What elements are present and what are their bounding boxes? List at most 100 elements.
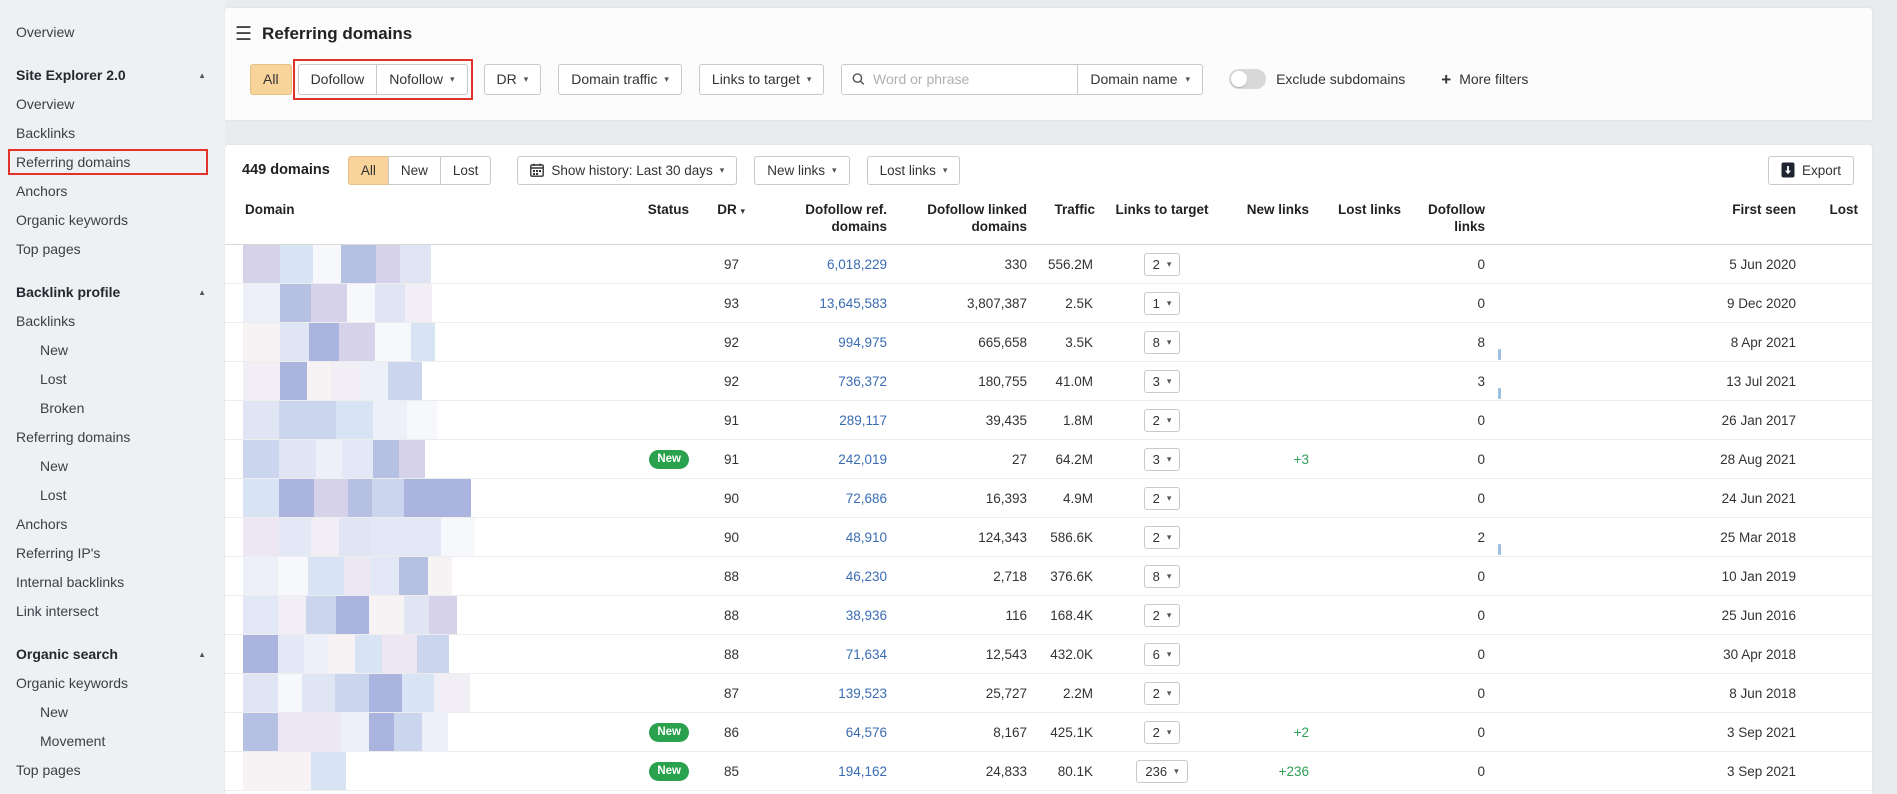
filter-nofollow-button[interactable]: Nofollow ▾ [376, 64, 467, 95]
ref-domains-link[interactable]: 242,019 [838, 452, 887, 467]
sidebar-item-overview[interactable]: Overview [16, 18, 212, 47]
domain-cell[interactable] [225, 284, 625, 323]
sidebar-section-backlink-profile[interactable]: Backlink profile▲ [16, 278, 212, 307]
domain-cell[interactable] [225, 635, 625, 674]
domain-cell[interactable] [225, 596, 625, 635]
dofollow-ref-domains-cell[interactable]: 736,372 [745, 362, 887, 401]
col-dofollow-linked-domains[interactable]: Dofollow linked domains [887, 191, 1027, 245]
links-to-target-dropdown[interactable]: 2▾ [1144, 604, 1181, 627]
ref-domains-link[interactable]: 194,162 [838, 764, 887, 779]
sidebar-item-new[interactable]: New [16, 698, 212, 727]
col-dofollow-ref-domains[interactable]: Dofollow ref. domains [745, 191, 887, 245]
domain-cell[interactable] [225, 323, 625, 362]
links-to-target-dropdown[interactable]: 8▾ [1144, 565, 1181, 588]
sidebar-item-referring-domains[interactable]: Referring domains [16, 423, 212, 452]
filter-dr-button[interactable]: DR ▾ [484, 64, 542, 95]
col-lost-links[interactable]: Lost links [1315, 191, 1405, 245]
dofollow-ref-domains-cell[interactable]: 48,910 [745, 518, 887, 557]
col-status[interactable]: Status [625, 191, 689, 245]
sidebar-item-top-pages[interactable]: Top pages [16, 756, 212, 785]
col-dofollow-links[interactable]: Dofollow links [1405, 191, 1497, 245]
sidebar-item-new[interactable]: New [16, 452, 212, 481]
links-to-target-dropdown[interactable]: 3▾ [1144, 448, 1181, 471]
domain-cell[interactable] [225, 245, 625, 284]
ref-domains-link[interactable]: 13,645,583 [819, 296, 887, 311]
filter-links-to-target-button[interactable]: Links to target ▾ [699, 64, 824, 95]
dofollow-ref-domains-cell[interactable]: 13,645,583 [745, 284, 887, 323]
domain-cell[interactable] [225, 362, 625, 401]
links-to-target-dropdown[interactable]: 8▾ [1144, 331, 1181, 354]
collapse-up-icon[interactable]: ▲ [198, 640, 206, 669]
sidebar-section-site-explorer-2-0[interactable]: Site Explorer 2.0▲ [16, 61, 212, 90]
domain-cell[interactable] [225, 401, 625, 440]
col-lost[interactable]: Lost [1796, 191, 1872, 245]
ref-domains-link[interactable]: 736,372 [838, 374, 887, 389]
links-to-target-dropdown[interactable]: 2▾ [1144, 487, 1181, 510]
dofollow-ref-domains-cell[interactable]: 242,019 [745, 440, 887, 479]
links-to-target-dropdown[interactable]: 236▾ [1136, 760, 1187, 783]
sidebar-item-new[interactable]: New [16, 336, 212, 365]
dofollow-ref-domains-cell[interactable]: 64,576 [745, 713, 887, 752]
sidebar-item-overview[interactable]: Overview [16, 90, 212, 119]
hamburger-menu-icon[interactable]: ☰ [235, 25, 252, 44]
ref-domains-link[interactable]: 139,523 [838, 686, 887, 701]
collapse-up-icon[interactable]: ▲ [198, 278, 206, 307]
links-to-target-dropdown[interactable]: 2▾ [1144, 526, 1181, 549]
collapse-up-icon[interactable]: ▲ [198, 61, 206, 90]
domain-cell[interactable] [225, 440, 625, 479]
sidebar-item-top-subfolders[interactable]: Top subfolders [16, 785, 212, 794]
search-mode-dropdown[interactable]: Domain name ▾ [1077, 65, 1202, 94]
dofollow-ref-domains-cell[interactable]: 38,936 [745, 596, 887, 635]
domain-cell[interactable] [225, 557, 625, 596]
col-dr[interactable]: DR ▾ [689, 191, 745, 245]
dofollow-ref-domains-cell[interactable]: 289,117 [745, 401, 887, 440]
col-domain[interactable]: Domain [225, 191, 625, 245]
show-history-button[interactable]: Show history: Last 30 days ▾ [517, 156, 737, 185]
col-links-to-target[interactable]: Links to target [1099, 191, 1225, 245]
col-first-seen[interactable]: First seen [1497, 191, 1796, 245]
sidebar-item-anchors[interactable]: Anchors [16, 510, 212, 539]
links-to-target-dropdown[interactable]: 2▾ [1144, 721, 1181, 744]
search-input[interactable] [873, 71, 1067, 87]
dofollow-ref-domains-cell[interactable]: 194,162 [745, 752, 887, 791]
new-links-button[interactable]: New links ▾ [754, 156, 849, 185]
domain-cell[interactable] [225, 518, 625, 557]
ref-domains-link[interactable]: 48,910 [846, 530, 887, 545]
sidebar-item-top-pages[interactable]: Top pages [16, 235, 212, 264]
dofollow-ref-domains-cell[interactable]: 71,634 [745, 635, 887, 674]
dofollow-ref-domains-cell[interactable]: 6,018,229 [745, 245, 887, 284]
col-traffic[interactable]: Traffic [1027, 191, 1099, 245]
sidebar-item-link-intersect[interactable]: Link intersect [16, 597, 212, 626]
col-new-links[interactable]: New links [1225, 191, 1315, 245]
ref-domains-link[interactable]: 6,018,229 [827, 257, 887, 272]
ref-domains-link[interactable]: 72,686 [846, 491, 887, 506]
links-to-target-dropdown[interactable]: 1▾ [1144, 292, 1181, 315]
sidebar-item-referring-ip-s[interactable]: Referring IP's [16, 539, 212, 568]
domain-cell[interactable] [225, 674, 625, 713]
sidebar-item-lost[interactable]: Lost [16, 481, 212, 510]
filter-dofollow-button[interactable]: Dofollow [298, 64, 378, 95]
sidebar-item-lost[interactable]: Lost [16, 365, 212, 394]
links-to-target-dropdown[interactable]: 2▾ [1144, 253, 1181, 276]
ref-domains-link[interactable]: 64,576 [846, 725, 887, 740]
more-filters-button[interactable]: + More filters [1441, 71, 1528, 88]
ref-domains-link[interactable]: 46,230 [846, 569, 887, 584]
domain-cell[interactable] [225, 752, 625, 791]
sidebar-item-organic-keywords[interactable]: Organic keywords [16, 669, 212, 698]
sidebar-item-internal-backlinks[interactable]: Internal backlinks [16, 568, 212, 597]
tab-all[interactable]: All [348, 156, 389, 185]
tab-lost[interactable]: Lost [440, 156, 492, 185]
links-to-target-dropdown[interactable]: 6▾ [1144, 643, 1181, 666]
sidebar-item-backlinks[interactable]: Backlinks [16, 307, 212, 336]
dofollow-ref-domains-cell[interactable]: 994,975 [745, 323, 887, 362]
ref-domains-link[interactable]: 71,634 [846, 647, 887, 662]
sidebar-item-movement[interactable]: Movement [16, 727, 212, 756]
ref-domains-link[interactable]: 289,117 [839, 413, 887, 428]
links-to-target-dropdown[interactable]: 2▾ [1144, 682, 1181, 705]
ref-domains-link[interactable]: 38,936 [846, 608, 887, 623]
exclude-subdomains-toggle[interactable] [1229, 69, 1266, 89]
dofollow-ref-domains-cell[interactable]: 139,523 [745, 674, 887, 713]
domain-cell[interactable] [225, 479, 625, 518]
sidebar-section-organic-search[interactable]: Organic search▲ [16, 640, 212, 669]
search-box[interactable] [842, 65, 1077, 94]
